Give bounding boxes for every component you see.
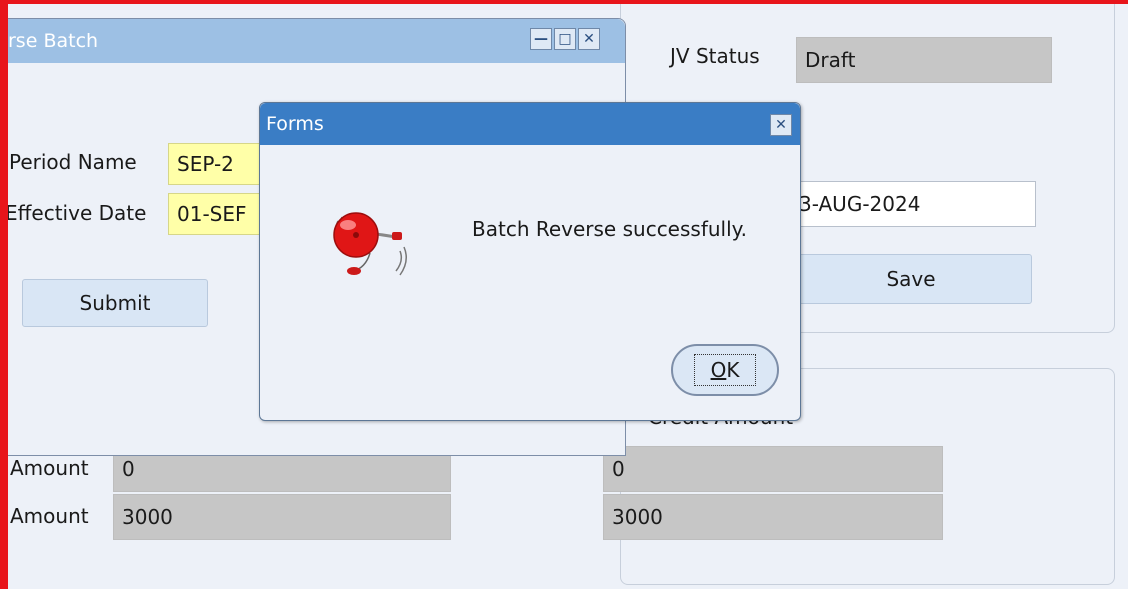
maximize-icon[interactable]: □ <box>554 28 576 50</box>
credit-amount-field-1[interactable]: 0 <box>603 446 943 492</box>
reverse-batch-titlebar[interactable]: rse Batch — □ ✕ <box>8 19 625 63</box>
save-button[interactable]: Save <box>790 254 1032 304</box>
dialog-title: Forms <box>266 113 324 135</box>
close-icon[interactable]: ✕ <box>578 28 600 50</box>
frame-border-left <box>0 0 8 589</box>
debit-amount-field-2[interactable]: 3000 <box>113 494 451 540</box>
frame-border-top <box>0 0 1128 4</box>
ok-button[interactable]: OK <box>671 344 779 396</box>
total-amount-label-1: Amount <box>10 456 89 480</box>
minimize-icon[interactable]: — <box>530 28 552 50</box>
bell-icon <box>333 212 407 276</box>
ok-button-label: OK <box>693 354 757 386</box>
jv-status-label: JV Status <box>670 44 760 68</box>
forms-dialog: Forms ✕ Batch Reverse successfully. OK <box>259 102 801 421</box>
window-title: rse Batch <box>8 30 99 52</box>
date-field[interactable]: 3-AUG-2024 <box>790 181 1036 227</box>
dialog-message: Batch Reverse successfully. <box>472 217 747 241</box>
effective-date-label: Effective Date <box>5 201 147 225</box>
credit-amount-field-2[interactable]: 3000 <box>603 494 943 540</box>
dialog-close-icon[interactable]: ✕ <box>770 114 792 136</box>
period-name-label: Period Name <box>9 150 137 174</box>
jv-status-field[interactable]: Draft <box>796 37 1052 83</box>
total-amount-label-2: Amount <box>10 504 89 528</box>
submit-button[interactable]: Submit <box>22 279 208 327</box>
forms-dialog-titlebar[interactable]: Forms ✕ <box>260 103 800 145</box>
